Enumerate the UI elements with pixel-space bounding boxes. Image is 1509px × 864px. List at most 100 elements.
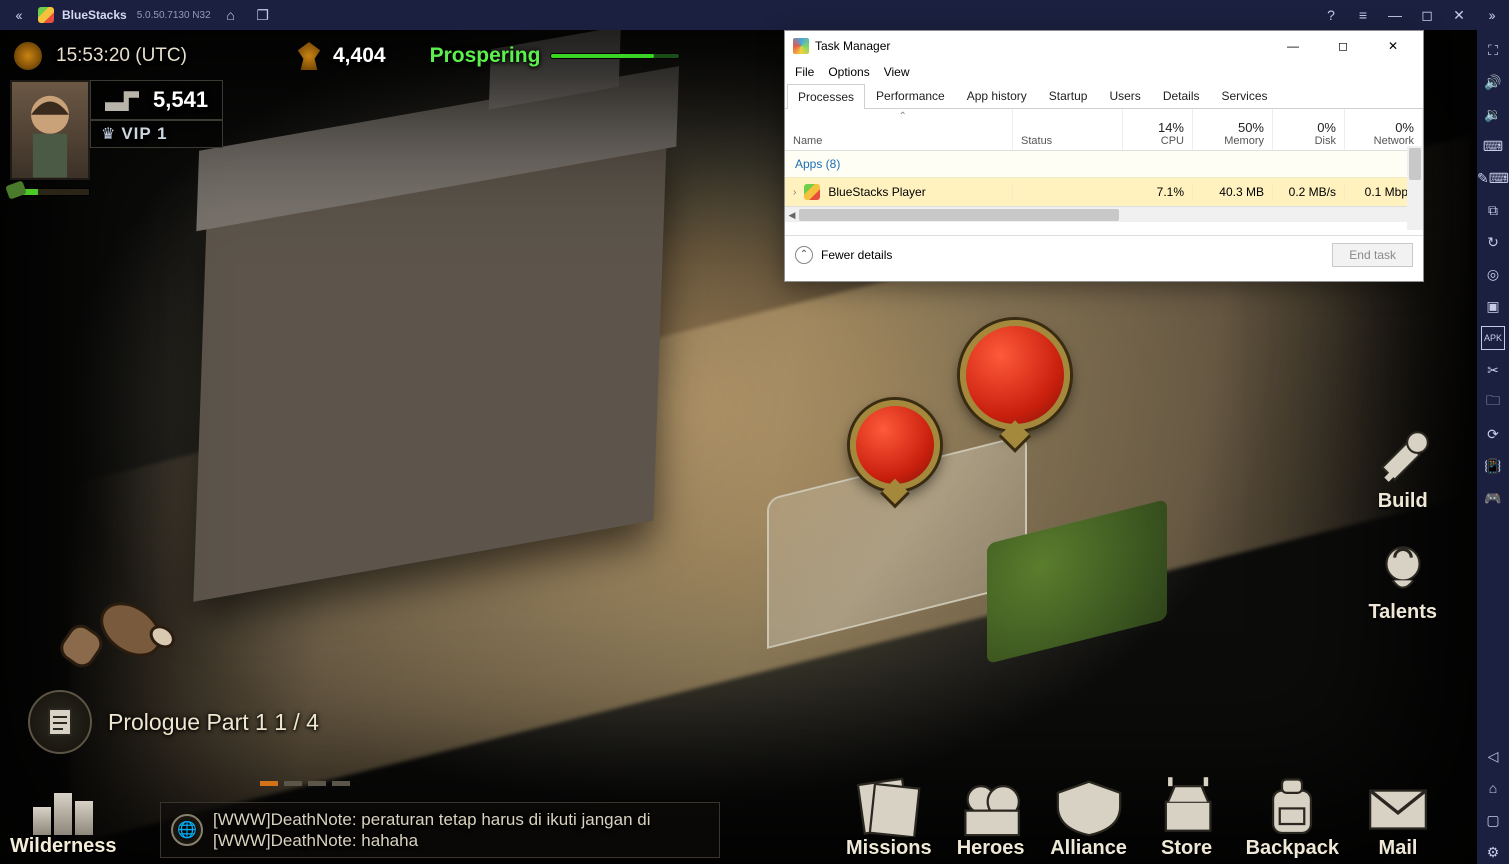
mail-icon <box>1359 775 1437 837</box>
tm-tab-startup[interactable]: Startup <box>1038 83 1099 108</box>
chat-line: [WWW]DeathNote: peraturan tetap harus di… <box>213 809 651 830</box>
stamina-bar <box>10 188 90 196</box>
col-status[interactable]: Status <box>1013 109 1123 150</box>
col-memory[interactable]: 50%Memory <box>1193 109 1273 150</box>
harvest-marker-icon[interactable] <box>850 400 940 490</box>
bs-collapse-right-icon[interactable] <box>1479 3 1503 27</box>
clock-text: 15:53:20 (UTC) <box>56 45 187 67</box>
minimize-icon[interactable]: — <box>1383 3 1407 27</box>
tm-vscrollbar[interactable] <box>1407 146 1423 230</box>
chat-line: [WWW]DeathNote: hahaha <box>213 830 651 851</box>
resource-chip[interactable]: 5,541 <box>90 80 223 120</box>
bluestacks-sidebar: ⛶ 🔊 🔉 ⌨ ✎⌨ ⧉ ↻ ◎ ▣ APK ✂ 🗀 ⟳ 📳 🎮 ◁ ⌂ ▢ ⚙ <box>1477 30 1509 864</box>
avatar[interactable] <box>10 80 90 180</box>
volume-up-icon[interactable]: 🔊 <box>1481 70 1505 94</box>
talents-icon <box>1372 537 1434 599</box>
menu-heroes[interactable]: Heroes <box>952 775 1030 860</box>
close-icon[interactable]: ✕ <box>1447 3 1471 27</box>
screenshot-icon[interactable]: ✂ <box>1481 358 1505 382</box>
backpack-icon <box>1253 775 1331 837</box>
tm-close-icon[interactable]: ✕ <box>1371 32 1415 60</box>
missions-icon <box>850 775 928 837</box>
maximize-icon[interactable]: ◻ <box>1415 3 1439 27</box>
talents-button[interactable]: Talents <box>1368 537 1437 624</box>
end-task-button[interactable]: End task <box>1332 243 1413 267</box>
world-chat-icon[interactable]: 🌐 <box>171 814 203 846</box>
tm-titlebar[interactable]: Task Manager — ◻ ✕ <box>785 31 1423 61</box>
settings-gear-icon[interactable]: ⚙ <box>1481 840 1505 864</box>
tm-menu-options[interactable]: Options <box>828 65 869 79</box>
hamburger-menu-icon[interactable]: ≡ <box>1351 3 1375 27</box>
menu-mail[interactable]: Mail <box>1359 775 1437 860</box>
game-controls-icon[interactable]: 🎮 <box>1481 486 1505 510</box>
tm-tab-details[interactable]: Details <box>1152 83 1211 108</box>
col-cpu[interactable]: 14%CPU <box>1123 109 1193 150</box>
sync-icon[interactable]: ↻ <box>1481 230 1505 254</box>
fewer-details-button[interactable]: ⌃ Fewer details <box>795 246 892 264</box>
home-icon[interactable]: ⌂ <box>1481 776 1505 800</box>
tm-process-row[interactable]: ›BlueStacks Player 7.1% 40.3 MB 0.2 MB/s… <box>785 178 1423 206</box>
power-bar[interactable]: 4,404 Prospering <box>295 42 680 70</box>
col-network[interactable]: 0%Network <box>1345 109 1423 150</box>
menu-missions[interactable]: Missions <box>846 775 932 860</box>
task-manager-window[interactable]: Task Manager — ◻ ✕ File Options View Pro… <box>784 30 1424 282</box>
expand-chevron-icon[interactable]: › <box>793 187 796 198</box>
tm-tab-services[interactable]: Services <box>1211 83 1279 108</box>
resource-value: 5,541 <box>153 87 208 113</box>
macro-icon[interactable]: ◎ <box>1481 262 1505 286</box>
fewer-details-label: Fewer details <box>821 248 892 262</box>
recent-apps-icon[interactable]: ❐ <box>251 3 275 27</box>
build-label: Build <box>1378 490 1428 513</box>
harvest-marker-icon[interactable] <box>960 320 1070 430</box>
menu-alliance[interactable]: Alliance <box>1050 775 1128 860</box>
help-icon[interactable]: ? <box>1319 3 1343 27</box>
tm-tab-apphistory[interactable]: App history <box>956 83 1038 108</box>
rotate-icon[interactable]: ⟳ <box>1481 422 1505 446</box>
memory-trim-icon[interactable]: ▣ <box>1481 294 1505 318</box>
chat-panel[interactable]: 🌐 [WWW]DeathNote: peraturan tetap harus … <box>160 802 720 858</box>
back-icon[interactable]: ◁ <box>1481 744 1505 768</box>
tm-hscrollbar[interactable]: ◀▶ <box>785 206 1423 222</box>
col-name[interactable]: Name <box>785 109 1013 150</box>
tm-tab-performance[interactable]: Performance <box>865 83 956 108</box>
tm-menubar: File Options View <box>785 61 1423 83</box>
bs-collapse-left-icon[interactable] <box>6 3 30 27</box>
bluestacks-version: 5.0.50.7130 N32 <box>137 10 211 21</box>
talents-label: Talents <box>1368 601 1437 624</box>
quest-page-dots <box>260 781 350 786</box>
tm-title: Task Manager <box>815 39 890 53</box>
tm-minimize-icon[interactable]: — <box>1271 32 1315 60</box>
home-icon[interactable]: ⌂ <box>219 3 243 27</box>
menu-backpack[interactable]: Backpack <box>1246 775 1339 860</box>
vip-chip[interactable]: ♛ VIP 1 <box>90 120 223 148</box>
keymap-icon[interactable]: ⌨ <box>1481 134 1505 158</box>
volume-down-icon[interactable]: 🔉 <box>1481 102 1505 126</box>
power-value: 4,404 <box>333 44 386 68</box>
tm-apps-group[interactable]: Apps (8) <box>785 151 1423 178</box>
build-button[interactable]: Build <box>1372 426 1434 513</box>
quest-book-icon[interactable] <box>28 690 92 754</box>
recents-icon[interactable]: ▢ <box>1481 808 1505 832</box>
apk-install-icon[interactable]: APK <box>1481 326 1505 350</box>
tm-menu-view[interactable]: View <box>884 65 910 79</box>
wilderness-button[interactable]: Wilderness <box>10 781 117 858</box>
tm-tab-processes[interactable]: Processes <box>787 84 865 109</box>
menu-store[interactable]: Store <box>1148 775 1226 860</box>
keymap-edit-icon[interactable]: ✎⌨ <box>1481 166 1505 190</box>
fullscreen-icon[interactable]: ⛶ <box>1481 38 1505 62</box>
media-folder-icon[interactable]: 🗀 <box>1481 390 1505 414</box>
menu-label: Heroes <box>957 837 1025 860</box>
quest-tracker[interactable]: Prologue Part 1 1 / 4 <box>28 690 319 754</box>
tm-footer: ⌃ Fewer details End task <box>785 235 1423 273</box>
process-memory: 40.3 MB <box>1193 185 1273 199</box>
col-disk[interactable]: 0%Disk <box>1273 109 1345 150</box>
tm-tab-users[interactable]: Users <box>1098 83 1151 108</box>
process-disk: 0.2 MB/s <box>1273 185 1345 199</box>
tm-maximize-icon[interactable]: ◻ <box>1321 32 1365 60</box>
player-profile[interactable]: 5,541 ♛ VIP 1 <box>10 80 223 180</box>
multi-instance-icon[interactable]: ⧉ <box>1481 198 1505 222</box>
shake-icon[interactable]: 📳 <box>1481 454 1505 478</box>
alliance-icon <box>1050 775 1128 837</box>
quest-text: Prologue Part 1 1 / 4 <box>108 709 319 736</box>
tm-menu-file[interactable]: File <box>795 65 814 79</box>
